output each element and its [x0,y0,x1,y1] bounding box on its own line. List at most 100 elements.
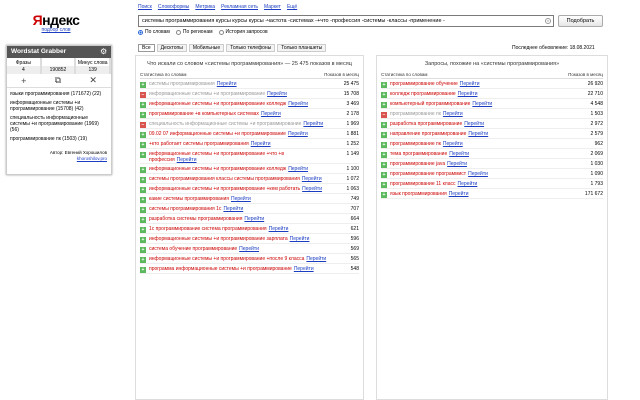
go-link[interactable]: Перейти [449,191,469,197]
go-link[interactable]: Перейти [290,236,310,242]
plus-icon[interactable]: + [381,82,387,88]
plus-icon[interactable]: + [140,102,146,108]
phrase-link[interactable]: язык программирования [390,191,447,197]
nav-wordforms[interactable]: Словоформы [158,4,189,12]
go-link[interactable]: Перейти [288,101,308,107]
phrase-link[interactable]: колледж программирование [390,91,456,97]
plus-icon[interactable]: + [381,152,387,158]
phrase-link[interactable]: направление программирование [390,131,466,137]
go-link[interactable]: Перейти [177,157,197,163]
tab-all[interactable]: Все [138,44,155,52]
phrase-link[interactable]: программа информационные системы +и прог… [149,266,292,272]
go-link[interactable]: Перейти [306,256,326,262]
go-link[interactable]: Перейти [303,121,323,127]
radio-by-words[interactable]: По словам [138,29,170,35]
phrase-link[interactable]: программирование обучение [390,81,458,87]
plus-icon[interactable]: + [140,177,146,183]
plus-icon[interactable]: + [140,152,146,158]
radio-history[interactable]: История запросов [218,29,268,35]
plus-icon[interactable]: + [381,172,387,178]
go-link[interactable]: Перейти [464,121,484,127]
minus-icon[interactable]: − [140,92,146,98]
add-icon[interactable]: + [21,76,26,86]
phrase-link[interactable]: разработка системы программирования [149,216,242,222]
go-link[interactable]: Перейти [443,111,463,117]
plus-icon[interactable]: + [140,187,146,193]
plus-icon[interactable]: + [381,142,387,148]
plus-icon[interactable]: + [381,192,387,198]
tab-phones[interactable]: Только телефоны [226,44,276,52]
plus-icon[interactable]: + [140,112,146,118]
phrase-link[interactable]: информационные системы +и программирован… [149,101,286,107]
nav-metrika[interactable]: Метрика [195,4,215,12]
go-link[interactable]: Перейти [288,166,308,172]
search-input[interactable]: системы программирования курсы курсы кур… [138,15,554,27]
phrase-link[interactable]: системы программирования [149,81,215,87]
phrase-link[interactable]: программирование пк [390,141,441,147]
phrase-link[interactable]: информационные системы +и программирован… [149,256,304,262]
plus-icon[interactable]: + [381,132,387,138]
phrase-link[interactable]: 09.02 07 информационные системы +и прогр… [149,131,286,137]
phrase-link[interactable]: разработка программирование [390,121,462,127]
go-link[interactable]: Перейти [269,226,289,232]
go-link[interactable]: Перейти [223,206,243,212]
yandex-logo[interactable]: Яндекс подбор слов [31,12,81,33]
plus-icon[interactable]: + [140,227,146,233]
plus-icon[interactable]: + [140,82,146,88]
tab-desktops[interactable]: Десктопы [156,44,187,52]
go-link[interactable]: Перейти [458,181,478,187]
phrase-link[interactable]: информационные системы +и программирован… [149,236,288,242]
plus-icon[interactable]: + [140,167,146,173]
phrase-link[interactable]: системы программирования 1с [149,206,221,212]
plus-icon[interactable]: + [140,237,146,243]
go-link[interactable]: Перейти [217,81,237,87]
phrase-link[interactable]: 1с программирование система программиров… [149,226,267,232]
go-link[interactable]: Перейти [244,216,264,222]
gear-icon[interactable]: ⚙ [100,48,108,56]
nav-market[interactable]: Маркет [264,4,281,12]
nav-search[interactable]: Поиск [138,4,152,12]
author-site-link[interactable]: khoroshilov.pro [7,156,107,162]
plus-icon[interactable]: + [140,267,146,273]
plus-icon[interactable]: + [140,142,146,148]
close-icon[interactable]: ✕ [89,75,97,86]
nav-ad-network[interactable]: Рекламная сеть [221,4,258,12]
go-link[interactable]: Перейти [443,141,463,147]
nav-more[interactable]: Ещё [287,4,297,12]
copy-icon[interactable]: ⧉ [55,75,61,86]
plus-icon[interactable]: + [140,217,146,223]
plus-icon[interactable]: + [381,122,387,128]
go-link[interactable]: Перейти [261,111,281,117]
go-link[interactable]: Перейти [294,266,314,272]
plus-icon[interactable]: + [140,197,146,203]
go-link[interactable]: Перейти [302,186,322,192]
go-link[interactable]: Перейти [302,176,322,182]
phrase-link[interactable]: программирование пк [390,111,441,117]
tab-tablets[interactable]: Только планшеты [277,44,327,52]
phrase-link[interactable]: программирование программист [390,171,466,177]
minus-icon[interactable]: − [140,122,146,128]
plus-icon[interactable]: + [140,247,146,253]
minus-icon[interactable]: − [381,112,387,118]
phrase-link[interactable]: информационные системы +и программирован… [149,91,265,97]
phrase-link[interactable]: какие системы программирования [149,196,229,202]
tab-mobile[interactable]: Мобильные [188,44,225,52]
plus-icon[interactable]: + [381,102,387,108]
plus-icon[interactable]: + [381,182,387,188]
plus-icon[interactable]: + [381,162,387,168]
pick-button[interactable]: Подобрать [558,15,603,27]
go-link[interactable]: Перейти [447,161,467,167]
go-link[interactable]: Перейти [468,171,488,177]
go-link[interactable]: Перейти [472,101,492,107]
phrase-link[interactable]: +кто работает системы программирования [149,141,249,147]
phrase-link[interactable]: программирование java [390,161,445,167]
plus-icon[interactable]: + [140,257,146,263]
go-link[interactable]: Перейти [231,196,251,202]
phrase-link[interactable]: программирование +в компьютерных система… [149,111,259,117]
radio-by-regions[interactable]: По регионам [175,29,213,35]
go-link[interactable]: Перейти [267,91,287,97]
phrase-link[interactable]: программирование 11 класс [390,181,456,187]
plus-icon[interactable]: + [140,132,146,138]
clear-icon[interactable]: × [545,18,551,24]
go-link[interactable]: Перейти [468,131,488,137]
